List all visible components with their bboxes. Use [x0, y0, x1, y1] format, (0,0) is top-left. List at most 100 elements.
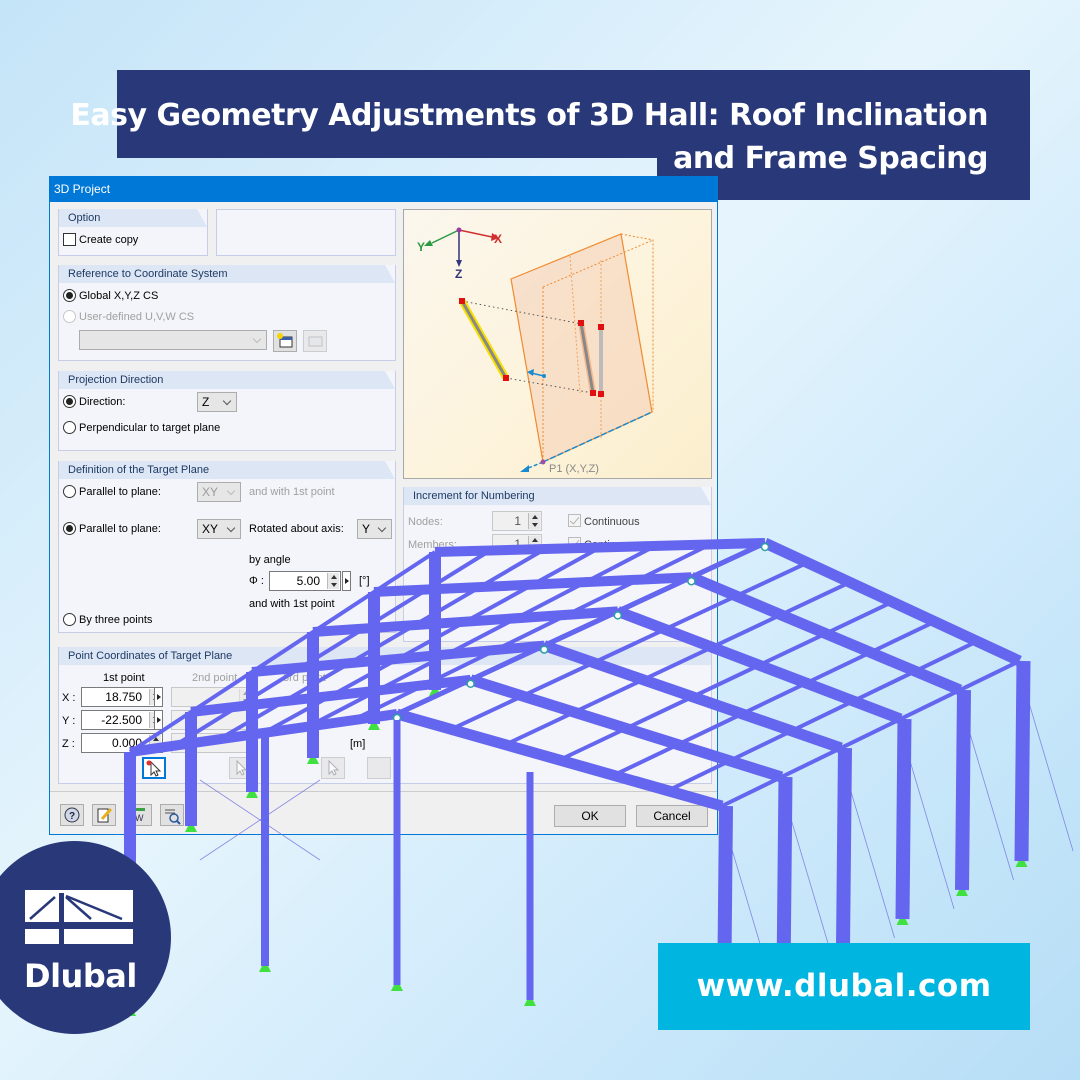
projection-heading: Projection Direction [59, 371, 395, 389]
three-points-radio[interactable] [63, 613, 76, 626]
parallel-plane-select-2[interactable]: XY [197, 519, 241, 539]
members-continuous-label: Continuous [584, 539, 640, 551]
bracing [840, 757, 895, 939]
z-1st-point-input[interactable]: 0.000 [81, 733, 163, 753]
pick-cursor-icon [236, 759, 248, 776]
nodes-continuous-checkbox[interactable] [568, 514, 581, 527]
angle-menu-button[interactable] [342, 571, 351, 591]
support-icon [524, 1000, 536, 1006]
target-plane-heading: Definition of the Target Plane [59, 461, 395, 479]
point-coordinates-heading: Point Coordinates of Target Plane [59, 647, 711, 665]
support-icon [259, 966, 271, 972]
x-menu-button[interactable] [154, 687, 163, 707]
pick-3rd-point-button[interactable] [321, 757, 345, 779]
edit-button[interactable] [92, 804, 116, 826]
parallel-plane-radio-2[interactable] [63, 522, 76, 535]
units-icon: W [135, 808, 145, 823]
user-defined-cs-label: User-defined U,V,W CS [79, 311, 195, 323]
bracing [1019, 670, 1074, 852]
members-label: Members: [408, 539, 457, 551]
angle-unit: [°] [359, 575, 370, 587]
view-details-button[interactable] [160, 804, 184, 826]
new-window-icon [277, 333, 293, 348]
bracing [781, 786, 836, 968]
y-2nd-point-input[interactable] [171, 710, 253, 730]
by-angle-label: by angle [249, 554, 291, 566]
y-menu-button[interactable] [154, 710, 163, 730]
direction-select[interactable]: Z [197, 392, 237, 412]
cs-select[interactable] [79, 330, 267, 350]
axes-icon [424, 227, 499, 267]
nodes-label: Nodes: [408, 516, 443, 528]
pick-cursor-icon [328, 759, 340, 776]
axis-y-label: Y [417, 240, 425, 254]
projection-preview: X Y Z P1 (X,Y,Z) [403, 209, 712, 479]
nodes-increment-input[interactable]: 1 [492, 511, 542, 531]
new-cs-button[interactable] [273, 330, 297, 352]
x-1st-point-input[interactable]: 18.750 [81, 687, 163, 707]
y-1st-point-input[interactable]: -22.500 [81, 710, 163, 730]
col-1st-point: 1st point [103, 672, 145, 684]
projection-group: Projection Direction Direction: Z Perpen… [58, 371, 396, 451]
and-with-1st-point-disabled: and with 1st point [249, 486, 335, 498]
purlin [721, 659, 1021, 808]
perpendicular-radio[interactable] [63, 421, 76, 434]
title-line-1: Easy Geometry Adjustments of 3D Hall: Ro… [70, 98, 988, 133]
edit-cs-icon [308, 336, 323, 347]
three-points-label: By three points [79, 614, 153, 626]
create-copy-checkbox[interactable] [63, 233, 76, 246]
global-cs-radio[interactable] [63, 289, 76, 302]
axis-z-label: Z [455, 267, 462, 281]
rotated-about-axis-label: Rotated about axis: [249, 523, 344, 535]
point-coordinates-group: Point Coordinates of Target Plane 1st po… [58, 647, 712, 784]
nodes-continuous-label: Continuous [584, 516, 640, 528]
support-icon [896, 919, 909, 925]
dlubal-logo: Dlubal [0, 841, 171, 1034]
members-spinner[interactable] [528, 536, 540, 552]
members-continuous-checkbox[interactable] [568, 537, 581, 550]
col-3rd-point: 3rd point [283, 672, 326, 684]
magnifier-list-icon [165, 809, 181, 825]
3d-project-dialog: 3D Project Option Create copy Reference … [49, 176, 718, 835]
dialog-title: 3D Project [50, 177, 717, 202]
help-button[interactable]: ? [60, 804, 84, 826]
bracing [959, 699, 1014, 881]
pick-2nd-point-button[interactable] [229, 757, 253, 779]
angle-value: 5.00 [296, 574, 320, 588]
pick-extra-button[interactable] [367, 757, 391, 779]
create-copy-label: Create copy [79, 234, 139, 246]
pick-cursor-icon [146, 760, 162, 777]
members-increment-input[interactable]: 1 [492, 534, 542, 554]
rafter-right [762, 538, 1022, 666]
website-link[interactable]: www.dlubal.com [658, 943, 1030, 1030]
members-value: 1 [514, 537, 521, 551]
angle-spinner[interactable] [327, 573, 339, 589]
z-2nd-point-input[interactable] [171, 733, 253, 753]
z-spinner[interactable] [149, 735, 161, 751]
parallel-plane-select-1[interactable]: XY [197, 482, 241, 502]
x-2nd-point-input[interactable] [171, 687, 253, 707]
parallel-plane-radio-1[interactable] [63, 485, 76, 498]
rotation-axis-select[interactable]: Y [357, 519, 392, 539]
pick-1st-point-button[interactable] [142, 757, 166, 779]
angle-input[interactable]: 5.00 [269, 571, 341, 591]
column-right [895, 718, 912, 920]
x2-spinner[interactable] [239, 689, 251, 705]
user-defined-cs-radio[interactable] [63, 310, 76, 323]
direction-radio[interactable] [63, 395, 76, 408]
support-icon [391, 985, 403, 991]
nodes-spinner[interactable] [528, 513, 540, 529]
p1-label: P1 (X,Y,Z) [549, 463, 599, 475]
units-button[interactable]: W [128, 804, 152, 826]
title-line-2: and Frame Spacing [673, 141, 988, 176]
phi-label: Φ : [249, 575, 264, 587]
z-label: Z : [62, 738, 75, 750]
empty-group [216, 209, 396, 256]
parallel-plane-label-2: Parallel to plane: [79, 523, 161, 535]
coordinate-system-group: Reference to Coordinate System Global X,… [58, 265, 396, 361]
cancel-button[interactable]: Cancel [636, 805, 708, 827]
bracing [900, 728, 955, 910]
edit-cs-button[interactable] [303, 330, 327, 352]
ok-button[interactable]: OK [554, 805, 626, 827]
axis-x-label: X [494, 232, 502, 246]
